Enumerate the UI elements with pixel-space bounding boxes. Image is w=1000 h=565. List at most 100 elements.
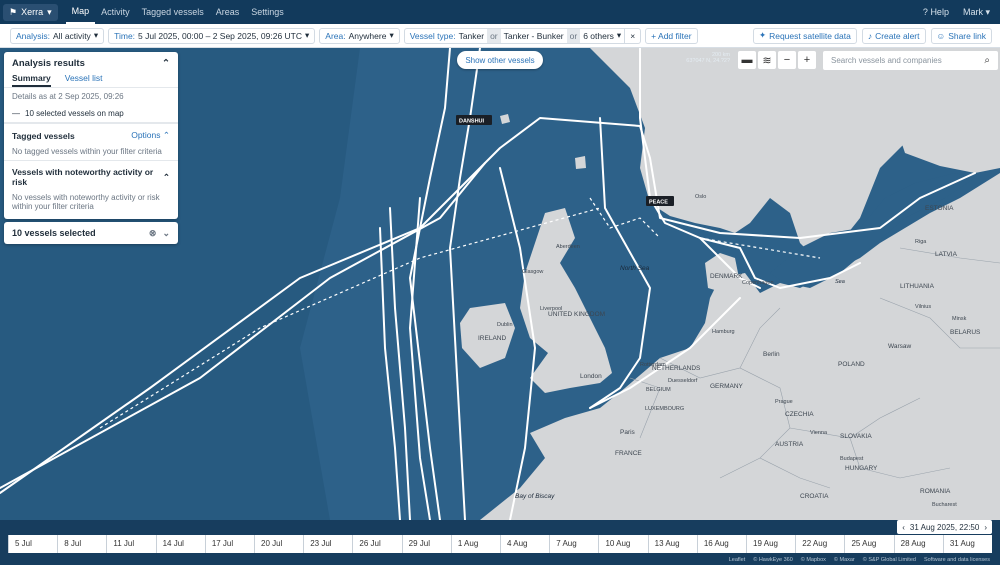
label-slovakia: SLOVAKIA [840,433,872,440]
noteworthy-section[interactable]: Vessels with noteworthy activity or risk… [4,160,178,189]
timeline-tick: 13 Aug [647,535,697,553]
timeline-tick: 17 Jul [204,535,254,553]
scale-readout: 200 km 63?047 N, 24.?2? [680,52,730,64]
label-hamburg: Hamburg [712,329,735,335]
label-liverpool: Liverpool [540,306,562,312]
zoom-out-button[interactable]: − [778,51,796,69]
tab-vessel-list[interactable]: Vessel list [65,73,103,87]
tab-summary[interactable]: Summary [12,73,51,87]
label-warsaw: Warsaw [888,343,912,350]
people-icon: ☺ [936,30,946,41]
nav-areas[interactable]: Areas [210,0,246,24]
timeline-tick: 4 Aug [500,535,549,553]
show-other-vessels-button[interactable]: Show other vessels [457,51,543,69]
tagged-empty-message: No tagged vessels within your filter cri… [12,147,162,156]
timeline-current-date[interactable]: ‹ 31 Aug 2025, 22:50 › [897,520,992,534]
label-bay-of-biscay: Bay of Biscay [515,493,555,500]
chevron-down-icon: ▾ [305,30,310,40]
label-prague: Prague [775,399,793,405]
timeline-tick: 16 Aug [696,535,746,553]
timeline-tick: 23 Jul [303,535,352,553]
selected-on-map-toggle[interactable]: — 10 selected vessels on map [4,105,178,123]
label-ireland: IRELAND [478,335,506,342]
chevron-down-icon: ▾ [47,6,52,17]
label-poland: POLAND [838,361,865,368]
label-berlin: Berlin [763,351,780,358]
panel-tabs: Summary Vessel list [4,71,178,87]
label-rotterdam: Rotterdam [640,362,666,368]
label-riga: Riga [915,239,927,245]
analysis-filter[interactable]: Analysis: All activity ▾ [10,27,105,44]
create-alert-button[interactable]: ♪ Create alert [861,27,926,44]
chevron-down-icon: ▾ [93,30,99,40]
label-france: FRANCE [615,450,642,457]
flag-icon: ⚑ [9,6,18,17]
area-filter[interactable]: Area: Anywhere ▾ [319,27,400,44]
chevron-up-icon[interactable]: ⌃ [162,58,170,69]
label-croatia: CROATIA [800,493,829,500]
label-vienna: Vienna [810,430,828,436]
vessels-selected-bar[interactable]: 10 vessels selected ⊗ ⌄ [4,222,178,244]
label-luxembourg: LUXEMBOURG [645,406,684,412]
layers-icon[interactable]: ≋ [758,51,776,69]
search-input[interactable]: Search vessels and companies ⌕ [823,51,998,70]
user-menu[interactable]: Mark ▾ [963,7,990,18]
noteworthy-title: Vessels with noteworthy activity or risk [12,167,154,187]
line-legend-icon: — [12,109,20,118]
label-lithuania: LITHUANIA [900,283,935,290]
label-hungary: HUNGARY [845,465,878,472]
search-icon: ⌕ [984,55,990,66]
clear-selection-icon[interactable]: ⊗ [149,228,157,239]
timeline-tick: 10 Aug [598,535,647,553]
label-north-sea: North Sea [620,265,650,272]
label-vilnius: Vilnius [915,304,931,310]
label-minsk: Minsk [952,316,967,322]
help-link[interactable]: ? Help [923,7,949,18]
svg-text:PEACE: PEACE [649,200,668,206]
vessel-badge-danshui[interactable]: DANSHUI [456,115,492,125]
share-link-button[interactable]: ☺ Share link [930,27,992,44]
chevron-down-icon[interactable]: ⌄ [162,228,170,239]
details-as-at: Details as at 2 Sep 2025, 09:26 [12,92,124,101]
vessel-badge-peace[interactable]: PEACE [646,196,674,206]
label-czechia: CZECHIA [785,411,814,418]
timeline-tick: 31 Aug [942,535,992,553]
chevron-right-icon[interactable]: › [984,523,987,532]
timeline-scrubber[interactable]: 5 Jul 8 Jul 11 Jul 14 Jul 17 Jul 20 Jul 23 Jul… [8,535,992,553]
label-baltic-sea: Sea [835,279,845,285]
main-nav: Map Activity Tagged vessels Areas Settin… [65,0,290,24]
tagged-options-button[interactable]: Options ⌃ [131,130,170,141]
help-icon: ? [922,6,928,17]
label-aberdeen: Aberdeen [556,244,580,250]
brand-switcher[interactable]: ⚑ Xerra ▾ [3,3,58,21]
timeline-tick: 5 Jul [8,535,57,553]
label-estonia: ESTONIA [925,205,954,212]
label-duesseldorf: Duesseldorf [668,378,698,384]
nav-settings[interactable]: Settings [245,0,290,24]
tagged-vessels-section: Tagged vessels Options ⌃ [4,123,178,143]
label-denmark: DENMARK [710,273,743,280]
time-filter[interactable]: Time: 5 Jul 2025, 00:00 – 2 Sep 2025, 09… [108,27,316,44]
label-paris: Paris [620,429,636,436]
chevron-left-icon[interactable]: ‹ [902,523,905,532]
ruler-icon[interactable]: ▬ [738,51,756,69]
timeline-tick: 11 Jul [106,535,155,553]
chevron-down-icon: ▾ [389,30,394,40]
analysis-panel-header[interactable]: Analysis results ⌃ [4,52,178,71]
request-satellite-button[interactable]: ✦ Request satellite data [752,27,857,44]
vessel-type-filter[interactable]: Vessel type: Tanker or Tanker - Bunker o… [403,27,642,44]
zoom-in-button[interactable]: + [798,51,816,69]
nav-tagged-vessels[interactable]: Tagged vessels [136,0,210,24]
nav-activity[interactable]: Activity [95,0,136,24]
timeline-tick: 26 Jul [352,535,401,553]
map-credits: Leaflet © HawkEye 360 © Mapbox © Maxar © S&P… [729,557,990,563]
timeline: ‹ 31 Aug 2025, 22:50 › 5 Jul 8 Jul 11 Jul 1… [0,520,1000,565]
add-filter-button[interactable]: + Add filter [645,27,698,44]
nav-map[interactable]: Map [65,0,96,24]
timeline-tick: 1 Aug [450,535,500,553]
chevron-up-icon: ⌃ [162,130,170,140]
clear-filter-icon[interactable]: × [624,28,640,43]
credit-item[interactable]: Software and data licenses [924,557,990,563]
label-glasgow: Glasgow [522,269,543,275]
timeline-tick: 29 Jul [401,535,451,553]
